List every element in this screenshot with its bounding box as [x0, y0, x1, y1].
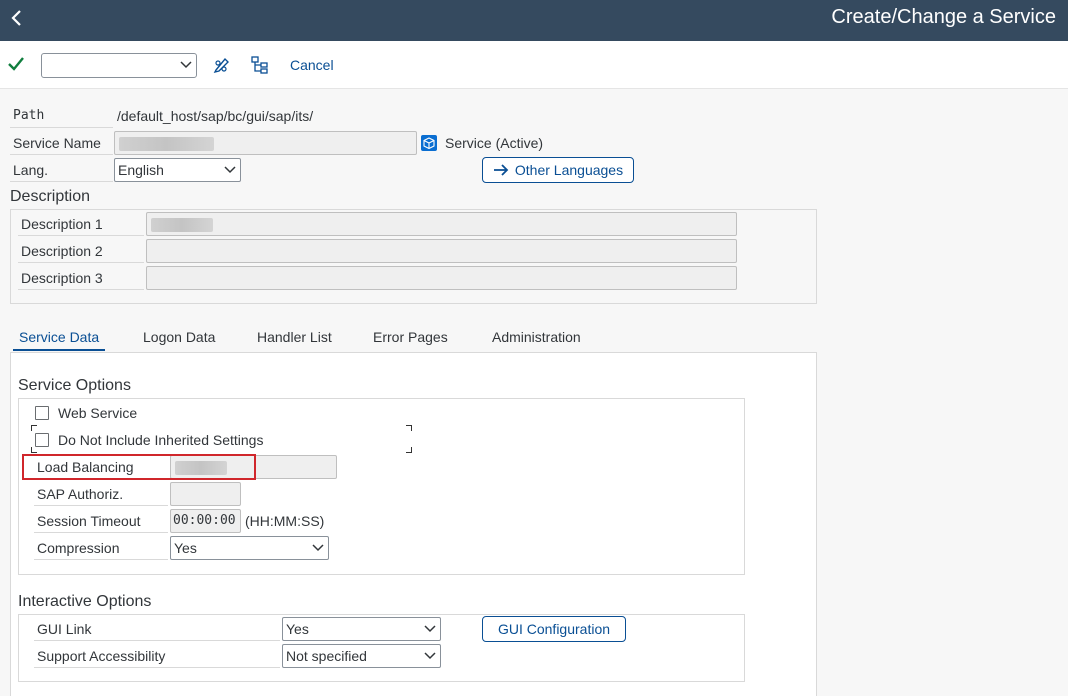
command-field[interactable]	[41, 53, 197, 78]
checkmark-icon	[8, 57, 24, 71]
service-name-field[interactable]	[114, 131, 417, 155]
focus-corner	[406, 447, 412, 453]
lang-select[interactable]: English	[114, 158, 241, 182]
tab-service-data[interactable]: Service Data	[13, 329, 106, 351]
chevron-left-icon	[11, 10, 21, 26]
session-timeout-unit: (HH:MM:SS)	[245, 513, 325, 529]
no-inherit-label: Do Not Include Inherited Settings	[58, 432, 264, 448]
sap-authoriz-label: SAP Authoriz.	[34, 482, 168, 506]
description-2-label: Description 2	[18, 239, 144, 263]
path-label: Path	[10, 104, 113, 128]
tab-handler-list[interactable]: Handler List	[257, 329, 332, 351]
tab-error-pages[interactable]: Error Pages	[373, 329, 448, 351]
service-status-icon	[421, 135, 437, 151]
web-service-checkbox[interactable]	[35, 406, 49, 420]
enter-button[interactable]	[7, 55, 27, 75]
lang-label: Lang.	[10, 158, 113, 182]
compression-label: Compression	[34, 536, 168, 560]
tab-logon-data[interactable]: Logon Data	[143, 329, 215, 351]
highlight-box	[22, 454, 256, 480]
title-bar: Create/Change a Service	[0, 0, 1068, 41]
support-accessibility-select[interactable]: Not specified	[282, 644, 441, 668]
redacted-value	[151, 218, 213, 232]
gui-link-select[interactable]: Yes	[282, 617, 441, 641]
focus-corner	[31, 447, 37, 453]
arrow-right-icon	[493, 164, 509, 176]
description-1-label: Description 1	[18, 212, 144, 236]
toolbar: Cancel	[0, 41, 1068, 89]
description-3-field[interactable]	[146, 266, 737, 290]
back-button[interactable]	[6, 6, 26, 30]
service-name-label: Service Name	[10, 131, 113, 155]
chevron-down-icon	[424, 625, 436, 633]
hierarchy-icon	[251, 56, 268, 74]
description-title: Description	[10, 188, 91, 205]
cube-icon	[421, 135, 437, 151]
gui-link-label: GUI Link	[34, 617, 280, 641]
no-inherit-checkbox[interactable]	[35, 433, 49, 447]
path-value: /default_host/sap/bc/gui/sap/its/	[117, 108, 314, 124]
session-timeout-label: Session Timeout	[34, 509, 168, 533]
chevron-down-icon	[180, 61, 192, 69]
chevron-down-icon	[424, 652, 436, 660]
compression-value: Yes	[174, 540, 197, 556]
gui-configuration-button[interactable]: GUI Configuration	[482, 616, 626, 642]
focus-corner	[406, 425, 412, 431]
chevron-down-icon	[312, 544, 324, 552]
interactive-options-title: Interactive Options	[18, 593, 152, 610]
sap-authoriz-field[interactable]	[170, 482, 241, 506]
web-service-label: Web Service	[58, 405, 138, 421]
focus-corner	[31, 425, 37, 431]
chevron-down-icon	[224, 166, 236, 174]
pencil-glasses-icon	[213, 57, 229, 74]
compression-select[interactable]: Yes	[170, 536, 329, 560]
gui-link-value: Yes	[286, 621, 309, 637]
display-change-button[interactable]	[212, 55, 232, 75]
description-1-field[interactable]	[146, 212, 737, 236]
cancel-button[interactable]: Cancel	[290, 57, 334, 73]
page-title: Create/Change a Service	[831, 6, 1056, 28]
support-accessibility-label: Support Accessibility	[34, 644, 280, 668]
description-2-field[interactable]	[146, 239, 737, 263]
hierarchy-button[interactable]	[250, 55, 270, 75]
other-languages-button[interactable]: Other Languages	[482, 157, 634, 183]
service-options-title: Service Options	[18, 377, 131, 394]
lang-value: English	[118, 162, 164, 178]
description-3-label: Description 3	[18, 266, 144, 290]
tab-administration[interactable]: Administration	[492, 329, 581, 351]
service-status: Service (Active)	[445, 135, 544, 151]
support-accessibility-value: Not specified	[286, 648, 367, 664]
redacted-value	[119, 137, 214, 151]
session-timeout-field[interactable]: 00:00:00	[170, 509, 241, 533]
other-languages-label: Other Languages	[514, 162, 624, 178]
